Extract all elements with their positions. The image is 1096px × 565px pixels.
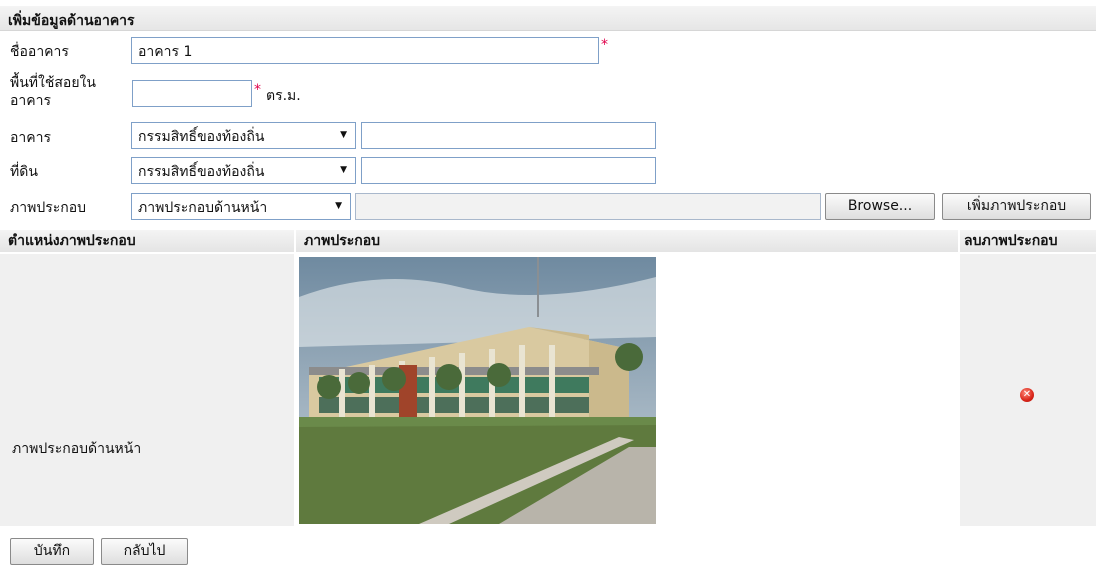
building-ownership-select[interactable]: กรรมสิทธิ์ของท้องถิ่น ▼ xyxy=(131,122,356,149)
column-header-image: ภาพประกอบ xyxy=(296,230,958,252)
land-ownership-value: กรรมสิทธิ์ของท้องถิ่น xyxy=(138,164,265,180)
land-other-input[interactable] xyxy=(361,157,656,184)
chevron-down-icon: ▼ xyxy=(335,201,342,211)
area-unit: ตร.ม. xyxy=(266,88,301,104)
image-position-select[interactable]: ภาพประกอบด้านหน้า ▼ xyxy=(131,193,351,220)
delete-icon[interactable]: ✕ xyxy=(1020,388,1034,402)
building-other-input[interactable] xyxy=(361,122,656,149)
building-name-label: ชื่ออาคาร xyxy=(10,44,69,60)
browse-button[interactable]: Browse... xyxy=(825,193,935,220)
required-mark: * xyxy=(601,37,608,53)
area-input[interactable] xyxy=(132,80,252,107)
chevron-down-icon: ▼ xyxy=(340,130,347,140)
save-button[interactable]: บันทึก xyxy=(10,538,94,565)
image-position-value: ภาพประกอบด้านหน้า xyxy=(138,200,268,216)
add-image-button[interactable]: เพิ่มภาพประกอบ xyxy=(942,193,1091,220)
section-title: เพิ่มข้อมูลด้านอาคาร xyxy=(8,13,135,29)
image-label: ภาพประกอบ xyxy=(10,200,87,216)
table-cell-position: ภาพประกอบด้านหน้า xyxy=(0,254,294,526)
file-path-input[interactable] xyxy=(355,193,821,220)
section-header: เพิ่มข้อมูลด้านอาคาร xyxy=(0,6,1096,31)
area-label: พื้นที่ใช้สอยในอาคาร xyxy=(10,75,96,109)
required-mark: * xyxy=(254,82,261,98)
row-position-text: ภาพประกอบด้านหน้า xyxy=(12,441,142,457)
land-ownership-select[interactable]: กรรมสิทธิ์ของท้องถิ่น ▼ xyxy=(131,157,356,184)
building-photo xyxy=(299,257,656,524)
building-label: อาคาร xyxy=(10,130,52,146)
back-button[interactable]: กลับไป xyxy=(101,538,188,565)
land-label: ที่ดิน xyxy=(10,164,38,180)
building-name-input[interactable]: อาคาร 1 xyxy=(131,37,599,64)
column-header-delete: ลบภาพประกอบ xyxy=(960,230,1096,252)
chevron-down-icon: ▼ xyxy=(340,165,347,175)
column-header-position: ตำแหน่งภาพประกอบ xyxy=(0,230,294,252)
building-ownership-value: กรรมสิทธิ์ของท้องถิ่น xyxy=(138,129,265,145)
